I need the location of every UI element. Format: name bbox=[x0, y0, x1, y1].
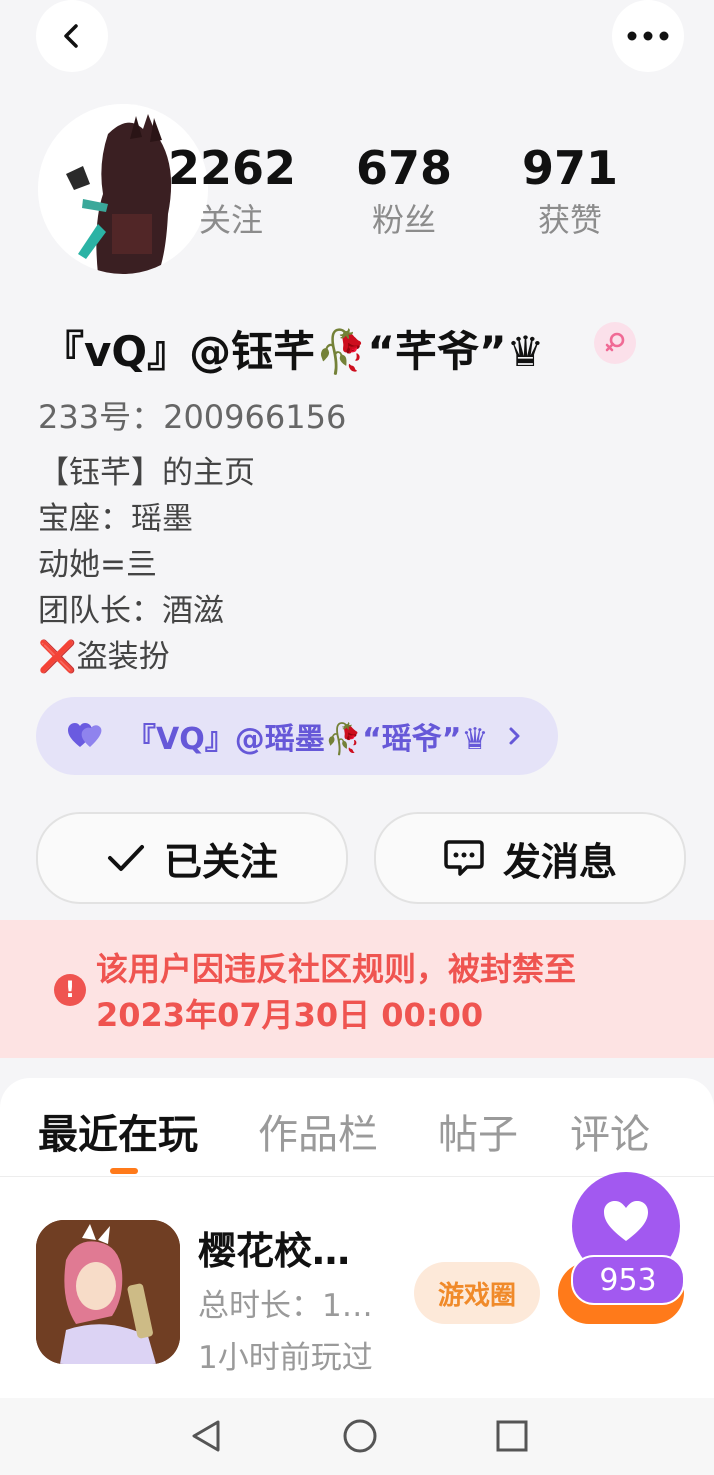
tab-recent-played[interactable]: 最近在玩 bbox=[38, 1102, 198, 1160]
system-nav-bar bbox=[0, 1398, 714, 1475]
active-tab-indicator bbox=[110, 1168, 138, 1174]
more-horizontal-icon bbox=[627, 31, 669, 41]
following-button[interactable]: 已关注 bbox=[36, 812, 348, 904]
nickname: 『vQ』@钰芊🥀“芊爷”♛ bbox=[42, 327, 545, 376]
cp-relation-chip[interactable]: 『VQ』@瑶墨🥀“瑶爷”♛ bbox=[36, 697, 558, 775]
game-icon[interactable] bbox=[36, 1220, 180, 1364]
bio-line: 宝座：瑶墨 bbox=[38, 501, 193, 537]
bio-line: 动她=亖 bbox=[38, 547, 157, 583]
followers-count: 678 bbox=[355, 141, 453, 195]
back-button[interactable] bbox=[36, 0, 108, 72]
ban-notice: ! 该用户因违反社区规则，被封禁至 2023年07月30日 00:00 bbox=[0, 920, 714, 1058]
user-id: 233号：200966156 bbox=[38, 398, 347, 436]
game-title[interactable]: 樱花校… bbox=[198, 1220, 350, 1275]
following-label: 关注 bbox=[198, 201, 263, 239]
heart-icon bbox=[604, 1201, 648, 1241]
following-count: 2262 bbox=[168, 141, 297, 195]
game-duration: 总时长：1… bbox=[198, 1288, 373, 1324]
bio-line: ❌盗装扮 bbox=[38, 639, 170, 675]
bio: 【钰芊】的主页 宝座：瑶墨 动她=亖 团队长：酒滋 ❌盗装扮 bbox=[38, 450, 255, 680]
message-button-label: 发消息 bbox=[502, 839, 617, 884]
alert-icon: ! bbox=[54, 974, 86, 1006]
followers-label: 粉丝 bbox=[371, 201, 436, 239]
nav-back-icon[interactable] bbox=[188, 1418, 224, 1454]
ban-line-2: 2023年07月30日 00:00 bbox=[96, 996, 484, 1034]
cp-label: 『VQ』@瑶墨🥀“瑶爷”♛ bbox=[126, 722, 489, 757]
message-button[interactable]: 发消息 bbox=[374, 812, 686, 904]
like-count-badge: 953 bbox=[571, 1255, 685, 1305]
chevron-left-icon bbox=[64, 24, 78, 48]
likes-label: 获赞 bbox=[537, 201, 602, 239]
more-button[interactable] bbox=[612, 0, 684, 72]
chat-bubble-icon bbox=[444, 840, 484, 876]
tab-works[interactable]: 作品栏 bbox=[258, 1102, 378, 1160]
chevron-right-icon bbox=[509, 727, 520, 745]
checkmark-icon bbox=[107, 845, 144, 871]
following-button-label: 已关注 bbox=[163, 839, 278, 884]
bio-line: 团队长：酒滋 bbox=[38, 593, 224, 629]
game-last-played: 1小时前玩过 bbox=[198, 1340, 373, 1376]
nav-home-icon[interactable] bbox=[342, 1418, 378, 1454]
game-artwork bbox=[36, 1220, 180, 1364]
ban-line-1: 该用户因违反社区规则，被封禁至 bbox=[96, 950, 577, 988]
bio-line: 【钰芊】的主页 bbox=[38, 455, 255, 491]
game-circle-button[interactable]: 游戏圈 bbox=[414, 1262, 540, 1324]
stat-following[interactable]: 2262 关注 bbox=[168, 140, 297, 242]
nav-recents-icon[interactable] bbox=[494, 1418, 530, 1454]
tab-posts[interactable]: 帖子 bbox=[438, 1102, 518, 1160]
stat-likes[interactable]: 971 获赞 bbox=[518, 140, 622, 242]
likes-count: 971 bbox=[521, 141, 619, 195]
tab-comments[interactable]: 评论 bbox=[570, 1102, 650, 1160]
stat-followers[interactable]: 678 粉丝 bbox=[352, 140, 456, 242]
hearts-icon bbox=[68, 723, 102, 747]
ban-message: 该用户因违反社区规则，被封禁至 2023年07月30日 00:00 bbox=[96, 946, 576, 1038]
female-symbol-icon bbox=[594, 322, 636, 364]
